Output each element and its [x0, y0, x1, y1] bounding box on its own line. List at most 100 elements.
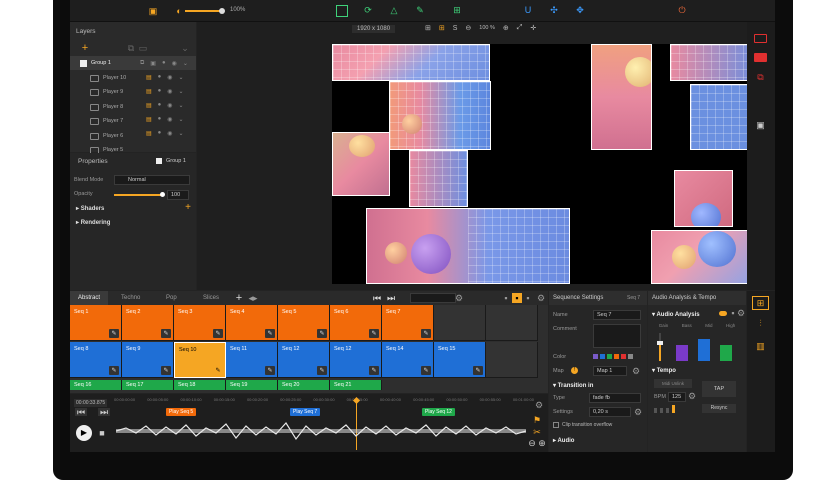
media-icon[interactable]: ▤ [146, 130, 152, 137]
zoom-out-icon[interactable]: ⊖ [465, 24, 471, 32]
video-tile[interactable] [366, 208, 570, 284]
color-swatches[interactable] [593, 354, 633, 359]
brightness-slider[interactable] [185, 10, 221, 12]
tab-techno[interactable]: Techno [113, 291, 148, 305]
audio-mic-icon[interactable]: ▪ [729, 308, 737, 317]
seq-grid-view-icon[interactable]: ⊞ [752, 296, 769, 310]
audio-settings-icon[interactable]: ⚙ [737, 308, 745, 317]
edit-icon[interactable]: ✎ [161, 366, 171, 375]
info-icon[interactable]: ! [571, 367, 578, 374]
edit-icon[interactable]: ✎ [265, 366, 275, 375]
media-icon[interactable]: ▤ [146, 116, 152, 123]
sequence-cell[interactable]: Seq 12 ✎ [278, 342, 330, 378]
video-tile[interactable] [674, 170, 733, 227]
color-swatch[interactable] [593, 354, 598, 359]
edit-icon[interactable]: ✎ [213, 329, 223, 338]
tab-abstract[interactable]: Abstract [70, 291, 109, 305]
sequence-cell[interactable]: Seq 3 ✎ [174, 305, 226, 341]
sequence-cell[interactable]: Seq 7 ✎ [382, 305, 434, 341]
video-tile[interactable] [389, 81, 491, 150]
timeline-marker[interactable]: Play Seq 5 [166, 408, 197, 416]
skip-back-icon[interactable]: ⏮ [372, 293, 382, 303]
brightness-slider-knob[interactable] [219, 8, 225, 14]
bpm-settings-icon[interactable]: ⚙ [688, 391, 696, 400]
lock-icon[interactable]: ▣ [150, 60, 156, 67]
eye-icon[interactable]: ◉ [167, 116, 172, 123]
zoom-value[interactable]: 100% [230, 7, 245, 13]
fit-icon[interactable]: ⊞ [425, 24, 431, 32]
layer-folder-icon[interactable]: ▭ [138, 43, 148, 53]
audio-toggle[interactable] [719, 311, 727, 316]
magnet-icon[interactable]: U [522, 4, 534, 16]
video-tile[interactable] [651, 230, 758, 284]
more-icon[interactable]: ⌄ [179, 102, 184, 109]
transition-in-section[interactable]: ▾ Transition in [553, 382, 593, 389]
sequence-cell[interactable]: Seq 14 ✎ [382, 342, 434, 378]
preview-icon[interactable]: ▣ [754, 120, 767, 131]
cut-tool-icon[interactable]: ✂ [532, 427, 542, 437]
crop-icon[interactable] [336, 5, 348, 17]
eye-icon[interactable]: ◉ [172, 60, 177, 67]
dot-icon[interactable]: ● [158, 130, 162, 137]
sequence-cell[interactable]: Seq 11 ✎ [226, 342, 278, 378]
eye-icon[interactable]: ◉ [167, 102, 172, 109]
screen-output-icon[interactable] [754, 34, 767, 43]
list-view-icon[interactable]: ▪ [524, 293, 532, 303]
gain-slider[interactable] [656, 333, 664, 361]
play-button[interactable]: ▶ [76, 425, 92, 441]
color-swatch[interactable] [614, 354, 619, 359]
sequence-cell[interactable]: Seq 12 ✎ [330, 342, 382, 378]
move-icon[interactable]: ✥ [574, 4, 586, 16]
power-icon[interactable]: ⏻ [676, 4, 688, 16]
edit-icon[interactable]: ✎ [421, 329, 431, 338]
name-input[interactable]: Seq 7 [593, 310, 641, 320]
edit-icon[interactable]: ✎ [161, 329, 171, 338]
opacity-slider-knob[interactable] [160, 192, 165, 197]
edit-icon[interactable]: ✎ [421, 366, 431, 375]
edit-icon[interactable]: ✎ [317, 366, 327, 375]
dot-icon[interactable]: ● [158, 88, 162, 95]
canvas-zoom-value[interactable]: 100 % [479, 25, 495, 31]
opacity-input[interactable]: 100 [167, 190, 189, 200]
next-icon[interactable]: ⏭ [98, 407, 110, 416]
zoom-in-icon[interactable]: ⊕ [503, 24, 509, 32]
edit-icon[interactable]: ✎ [265, 329, 275, 338]
type-select[interactable]: fade fb [589, 393, 641, 403]
comment-input[interactable] [593, 324, 641, 348]
stop-icon[interactable]: ■ [97, 428, 107, 438]
sequence-cell[interactable]: Seq 15 ✎ [434, 342, 486, 378]
clip-overflow-option[interactable]: Clip transition overflow [553, 422, 612, 428]
crosshair-icon[interactable]: ✛ [530, 24, 536, 32]
eye-icon[interactable]: ◉ [167, 74, 172, 81]
sequence-cell[interactable]: Seq 18 [174, 380, 226, 390]
checkbox-icon[interactable] [156, 158, 162, 164]
grid-view-icon[interactable]: ▪ [512, 293, 522, 303]
grid-icon[interactable]: ⊞ [439, 24, 445, 32]
sequence-cell[interactable]: Seq 8 ✎ [70, 342, 122, 378]
map-select[interactable]: Map 1 [593, 366, 627, 376]
color-swatch[interactable] [628, 354, 633, 359]
sequence-cell[interactable]: Seq 21 [330, 380, 382, 390]
chevron-down-icon[interactable]: ⌄ [180, 43, 190, 53]
midi-unlink-button[interactable]: Midi Unlink [654, 379, 692, 388]
sequence-cell[interactable]: Seq 20 [278, 380, 330, 390]
sequence-cell[interactable]: Seq 4 ✎ [226, 305, 278, 341]
tab-nav-icon[interactable]: ◂▸ [248, 293, 258, 303]
sequence-cell-selected[interactable]: Seq 10 ✎ [174, 342, 226, 378]
add-tab-icon[interactable]: + [234, 292, 244, 303]
bpm-input[interactable]: 125 [668, 392, 686, 402]
skip-forward-icon[interactable]: ⏭ [386, 293, 396, 303]
map-settings-icon[interactable]: ⚙ [631, 366, 641, 376]
sequence-cell[interactable]: Seq 5 ✎ [278, 305, 330, 341]
media-icon[interactable]: ▤ [146, 74, 152, 81]
eye-icon[interactable]: ◉ [167, 130, 172, 137]
edit-icon[interactable]: ✎ [369, 366, 379, 375]
video-tile[interactable] [409, 150, 468, 207]
screen-active-icon[interactable] [754, 53, 767, 62]
output-canvas[interactable] [332, 44, 760, 284]
sequence-cell[interactable]: Seq 9 ✎ [122, 342, 174, 378]
blend-mode-select[interactable]: Normal [114, 175, 190, 185]
tab-pop[interactable]: Pop [158, 291, 185, 305]
rendering-section[interactable]: ▸ Rendering [76, 219, 110, 226]
media-icon[interactable]: ▤ [146, 88, 152, 95]
